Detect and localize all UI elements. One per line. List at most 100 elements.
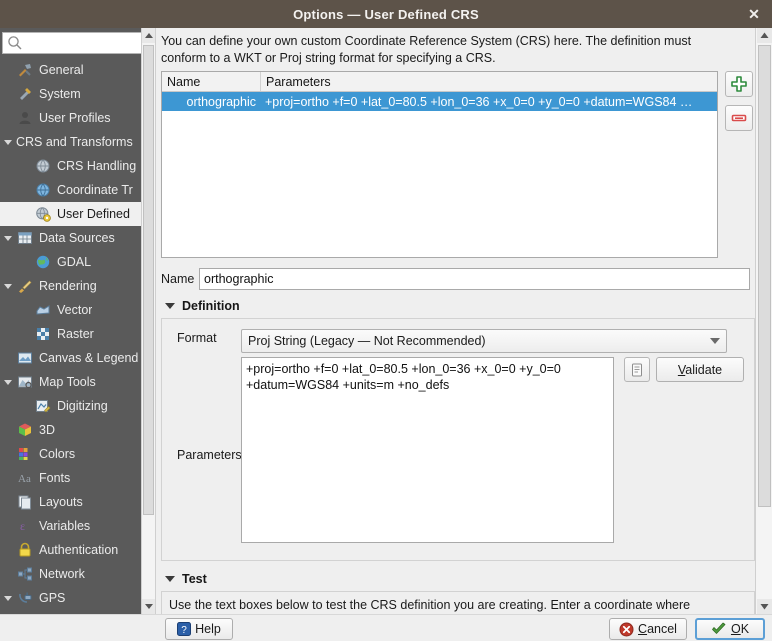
sidebar-scroll-thumb[interactable] bbox=[143, 45, 154, 515]
help-icon: ? bbox=[177, 622, 192, 636]
sidebar-item-crs-and-transforms[interactable]: CRS and Transforms bbox=[0, 130, 141, 154]
canvas-icon bbox=[16, 349, 34, 367]
intro-text: You can define your own custom Coordinat… bbox=[161, 34, 692, 65]
content-scroll-up-icon[interactable] bbox=[757, 28, 772, 43]
sidebar-item-label: Map Tools bbox=[39, 375, 96, 389]
sidebar-item-raster[interactable]: Raster bbox=[0, 322, 141, 346]
sidebar-item-label: Rendering bbox=[39, 279, 97, 293]
expand-triangle-icon[interactable] bbox=[0, 139, 16, 145]
sidebar-item-label: Vector bbox=[57, 303, 93, 317]
cancel-button[interactable]: Cancel bbox=[609, 618, 687, 640]
sidebar-scrollbar[interactable] bbox=[141, 28, 156, 614]
cell-name: orthographic bbox=[186, 94, 257, 109]
minus-icon bbox=[731, 114, 747, 122]
content-scrollbar[interactable] bbox=[755, 28, 772, 614]
copy-icon bbox=[632, 363, 642, 376]
sidebar-item-network[interactable]: Network bbox=[0, 562, 141, 586]
test-section-header[interactable]: Test bbox=[165, 572, 207, 586]
sidebar-item-data-sources[interactable]: Data Sources bbox=[0, 226, 141, 250]
sidebar-item-map-tools[interactable]: Map Tools bbox=[0, 370, 141, 394]
vector-icon bbox=[34, 301, 52, 319]
title-bar: Options — User Defined CRS ✕ bbox=[0, 0, 772, 28]
sidebar-item-user-defined[interactable]: User Defined bbox=[0, 202, 141, 226]
sidebar-item-crs-handling[interactable]: CRS Handling bbox=[0, 154, 141, 178]
ok-button[interactable]: OK bbox=[695, 618, 765, 640]
sidebar-item-3d[interactable]: 3D bbox=[0, 418, 141, 442]
format-select[interactable]: Proj String (Legacy — Not Recommended) bbox=[241, 329, 727, 353]
name-label: Name bbox=[161, 272, 195, 286]
search-icon bbox=[6, 34, 24, 52]
search-container bbox=[0, 30, 183, 56]
ok-label-rest: K bbox=[740, 622, 750, 636]
earth-icon bbox=[34, 253, 52, 271]
sidebar-item-digitizing[interactable]: Digitizing bbox=[0, 394, 141, 418]
sidebar-item-general[interactable]: General bbox=[0, 58, 141, 82]
variables-icon: ε bbox=[16, 517, 34, 535]
sidebar-item-coordinate-tr[interactable]: Coordinate Tr bbox=[0, 178, 141, 202]
sidebar-item-label: User Defined bbox=[57, 207, 130, 221]
sidebar-scroll-up-icon[interactable] bbox=[142, 28, 155, 43]
colors-icon bbox=[16, 445, 34, 463]
sidebar-item-user-profiles[interactable]: User Profiles bbox=[0, 106, 141, 130]
parameters-input[interactable] bbox=[241, 357, 614, 543]
globe-blue-icon bbox=[34, 181, 52, 199]
crs-table[interactable]: Name Parameters orthographic +proj=ortho… bbox=[161, 71, 718, 258]
sidebar-item-label: System bbox=[39, 87, 81, 101]
sidebar-item-gdal[interactable]: GDAL bbox=[0, 250, 141, 274]
name-row: Name bbox=[161, 268, 755, 290]
sidebar-item-label: Fonts bbox=[39, 471, 71, 485]
definition-section-header[interactable]: Definition bbox=[165, 299, 240, 313]
sidebar-item-label: Data Sources bbox=[39, 231, 115, 245]
crs-table-actions bbox=[725, 71, 755, 139]
name-input[interactable] bbox=[199, 268, 750, 290]
column-header-parameters[interactable]: Parameters bbox=[261, 72, 717, 91]
svg-text:Aa: Aa bbox=[18, 473, 31, 485]
column-header-name[interactable]: Name bbox=[162, 72, 261, 91]
sidebar-item-label: GPS bbox=[39, 591, 66, 605]
format-label: Format bbox=[177, 331, 217, 345]
help-label: Help bbox=[195, 622, 221, 636]
table-row[interactable]: orthographic +proj=ortho +f=0 +lat_0=80.… bbox=[162, 92, 717, 111]
sidebar-item-label: CRS and Transforms bbox=[16, 135, 133, 149]
check-icon bbox=[712, 622, 726, 634]
close-icon[interactable]: ✕ bbox=[744, 4, 764, 24]
sidebar-item-label: GDAL bbox=[57, 255, 92, 269]
sidebar-item-system[interactable]: System bbox=[0, 82, 141, 106]
sidebar-scroll-down-icon[interactable] bbox=[142, 599, 155, 614]
sidebar-item-rendering[interactable]: Rendering bbox=[0, 274, 141, 298]
content-scroll-thumb[interactable] bbox=[758, 45, 771, 507]
expand-triangle-icon[interactable] bbox=[0, 283, 16, 289]
expand-triangle-icon[interactable] bbox=[0, 379, 16, 385]
settings-tree[interactable]: General System User Profiles CRS and Transf… bbox=[0, 58, 141, 614]
sidebar-item-vector[interactable]: Vector bbox=[0, 298, 141, 322]
svg-text:ε: ε bbox=[20, 519, 25, 533]
plus-icon bbox=[731, 76, 747, 92]
window-title: Options — User Defined CRS bbox=[293, 6, 479, 22]
remove-crs-button[interactable] bbox=[725, 105, 753, 131]
add-crs-button[interactable] bbox=[725, 71, 753, 97]
expand-triangle-icon[interactable] bbox=[0, 235, 16, 241]
sidebar-item-authentication[interactable]: Authentication bbox=[0, 538, 141, 562]
cancel-icon bbox=[619, 622, 634, 636]
sidebar-item-variables[interactable]: ε Variables bbox=[0, 514, 141, 538]
sidebar: General System User Profiles CRS and Transf… bbox=[0, 28, 183, 614]
sidebar-item-colors[interactable]: Colors bbox=[0, 442, 141, 466]
sidebar-item-label: Digitizing bbox=[57, 399, 108, 413]
help-button[interactable]: ? Help bbox=[165, 618, 233, 640]
user-icon bbox=[16, 109, 34, 127]
hammer-wrench-icon bbox=[16, 61, 34, 79]
validate-label-rest: alidate bbox=[685, 362, 723, 377]
sidebar-item-label: General bbox=[39, 63, 84, 77]
sidebar-item-label: Layouts bbox=[39, 495, 83, 509]
sidebar-item-gps[interactable]: GPS bbox=[0, 586, 141, 610]
sidebar-item-canvas-legend[interactable]: Canvas & Legend bbox=[0, 346, 141, 370]
options-dialog: Options — User Defined CRS ✕ General Syst… bbox=[0, 0, 772, 641]
sidebar-item-fonts[interactable]: Aa Fonts bbox=[0, 466, 141, 490]
copy-parameters-button[interactable] bbox=[624, 357, 650, 382]
expand-triangle-icon[interactable] bbox=[0, 595, 16, 601]
sidebar-item-layouts[interactable]: Layouts bbox=[0, 490, 141, 514]
content-scroll-down-icon[interactable] bbox=[757, 599, 772, 614]
chevron-down-icon bbox=[710, 338, 720, 344]
validate-button[interactable]: Validate bbox=[656, 357, 744, 382]
search-box[interactable] bbox=[2, 32, 183, 54]
